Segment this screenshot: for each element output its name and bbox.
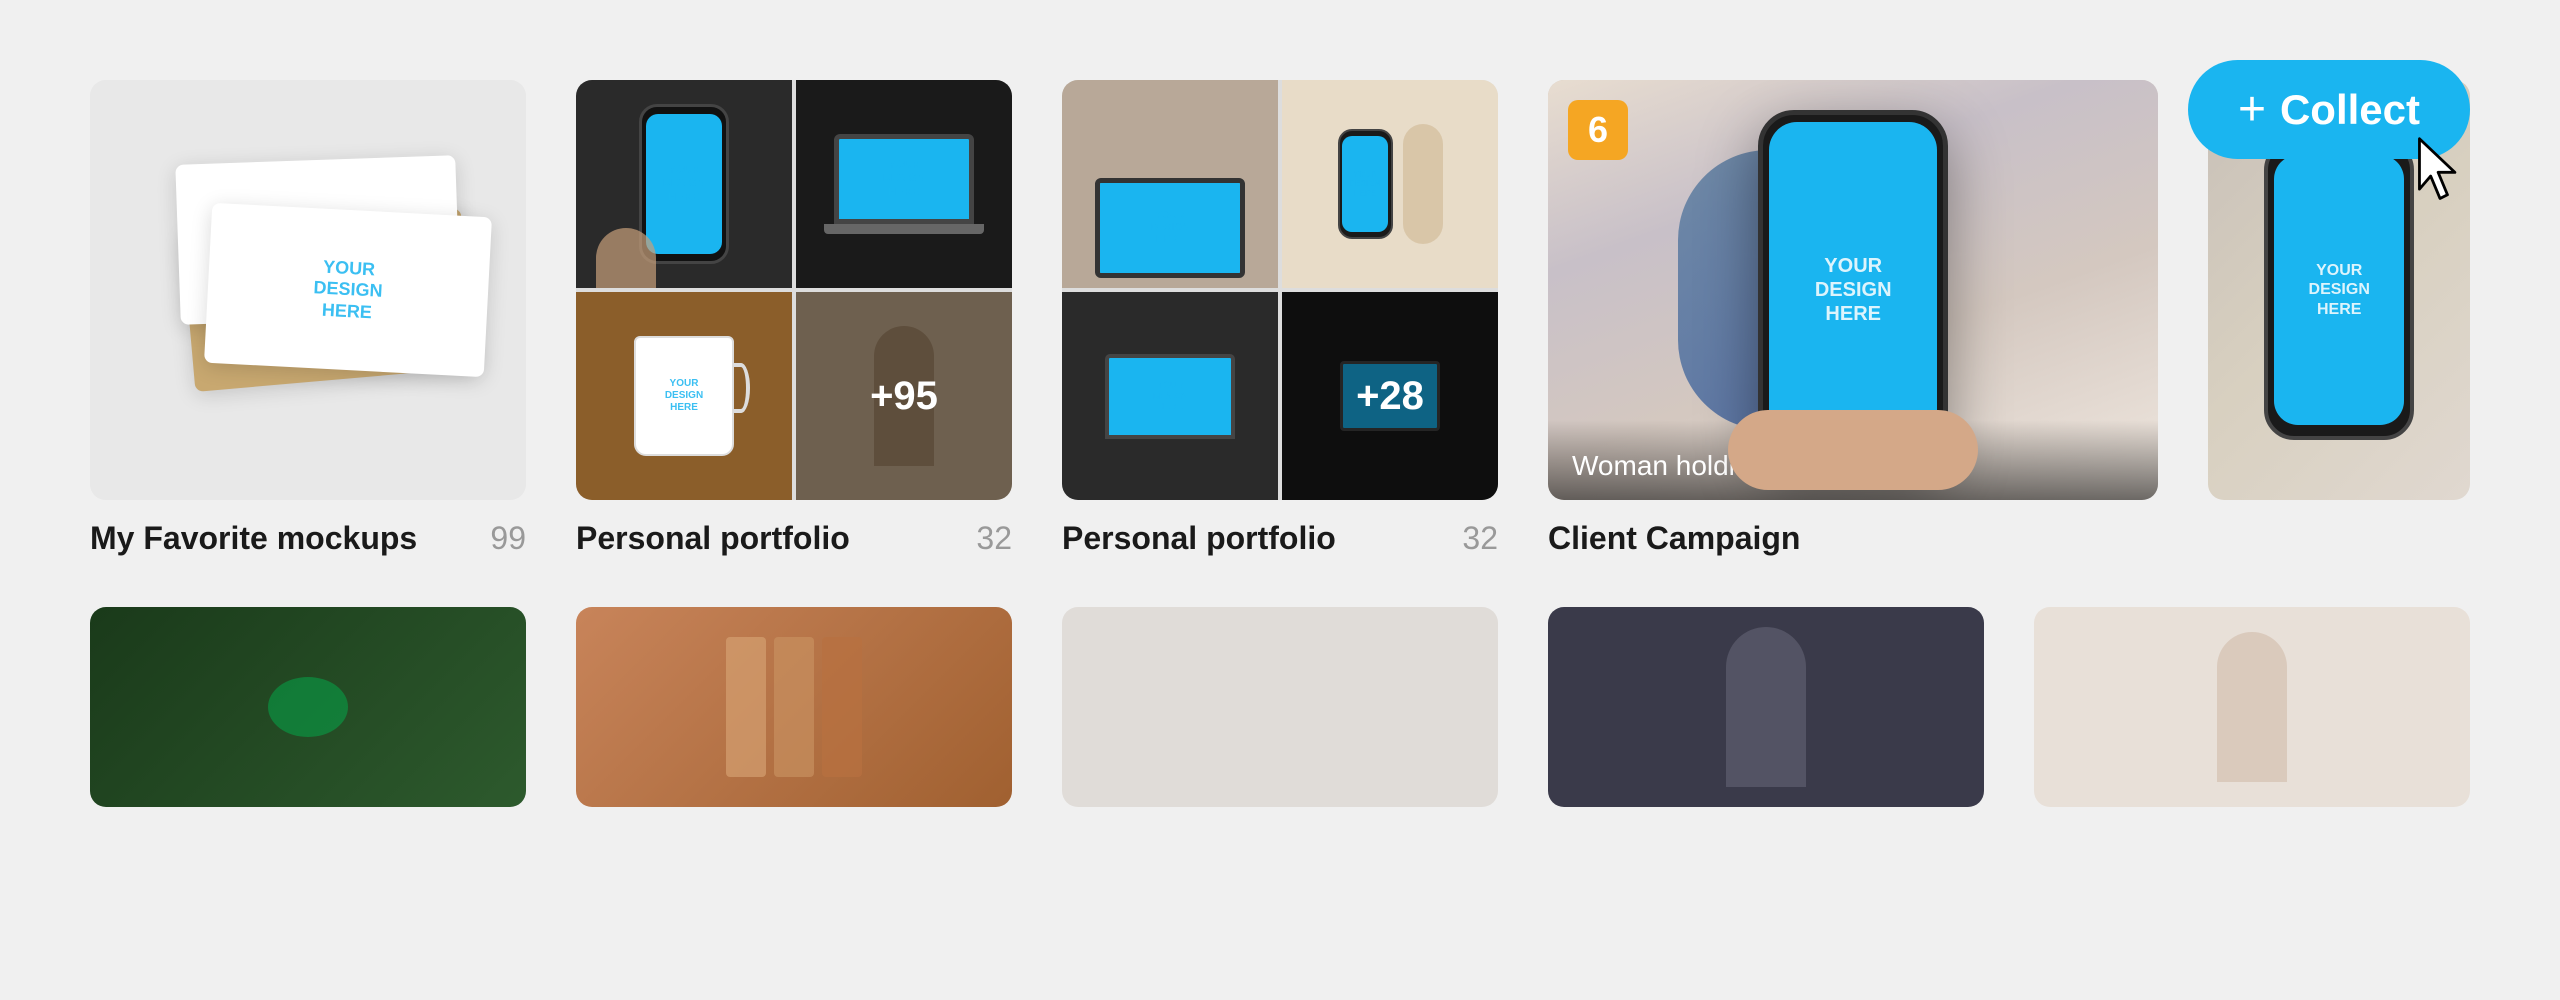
ydh-label-2: YOURDESIGNHERE [312,256,384,324]
bottom-card-4[interactable] [1548,607,1984,807]
mosaic-laptop: YOURDESIGNHERE [796,80,1012,288]
ydh-laptop2: YOURDESIGNHERE [1153,380,1188,412]
collection-footer-2: Personal portfolio 32 [576,520,1012,557]
mosaic-monitor-desk: YOURDESIGNHERE [1062,80,1278,288]
collection-mosaic-1: YOURDESIGNHERE YOURDESIGNHERE [90,80,526,500]
mosaic-laptop2: YOURDESIGNHERE [1062,292,1278,500]
collection-name-1: My Favorite mockups [90,520,417,557]
collection-card-1[interactable]: YOURDESIGNHERE YOURDESIGNHERE My Favorit… [90,80,526,557]
ydh-phone-hand: YOURDESIGNHERE [663,164,705,204]
bottom-card-3[interactable] [1062,607,1498,807]
collection-mosaic-2: YOURDESIGNHERE YOURDESIGNHERE [576,80,1012,500]
collection-count-2: 32 [976,520,1012,557]
collection-footer-1: My Favorite mockups 99 [90,520,526,557]
plus-badge-95: +95 [796,292,1012,500]
plus-badge-28: +28 [1282,292,1498,500]
ydh-phone5: YOURDESIGNHERE [2309,261,2370,319]
mosaic-plus28: YOURDESIGNHERE +28 [1282,292,1498,500]
collection-mosaic-4: 6 YOURDESIGNHERE [1548,80,2158,500]
collection-count-3: 32 [1462,520,1498,557]
ydh-iphone: YOURDESIGNHERE [1815,254,1892,326]
biz-card-front: YOURDESIGNHERE [204,203,492,377]
collect-label: Collect [2280,86,2420,134]
ydh-laptop: YOURDESIGNHERE [883,159,925,199]
collections-row-bottom [90,607,2470,807]
collection-name-4: Client Campaign [1548,520,1800,557]
bottom-card-5[interactable] [2034,607,2470,807]
mosaic-woman: +95 [796,292,1012,500]
collection-card-3[interactable]: YOURDESIGNHERE YOURDESIGNHERE [1062,80,1498,557]
bottom-card-1[interactable] [90,607,526,807]
collection-card-2[interactable]: YOURDESIGNHERE YOURDESIGNHERE [576,80,1012,557]
mosaic-mug: YOURDESIGNHERE [576,292,792,500]
bottom-mosaic-2 [576,607,1012,807]
collect-button[interactable]: + Collect [2188,60,2470,159]
plus-icon: + [2238,82,2266,137]
iphone-hold-image: YOURDESIGNHERE Woman holding blue iPhone… [1548,80,2158,500]
ydh-monitor: YOURDESIGNHERE [1151,210,1189,246]
collection-footer-3: Personal portfolio 32 [1062,520,1498,557]
bottom-mosaic-5 [2034,607,2470,807]
bottom-mosaic-3 [1062,607,1498,807]
num-badge: 6 [1568,100,1628,160]
collections-row: YOURDESIGNHERE YOURDESIGNHERE My Favorit… [90,80,2470,557]
mosaic-phone-bottle: YOURDESIGNHERE [1282,80,1498,288]
bottom-card-2[interactable] [576,607,1012,807]
mosaic-phone-hand: YOURDESIGNHERE [576,80,792,288]
collection-count-1: 99 [490,520,526,557]
page-container: + Collect YOURDESIGNHERE YOURDESIGNHERE [0,0,2560,1000]
ydh-mug: YOURDESIGNHERE [665,378,703,414]
bottom-mosaic-4 [1548,607,1984,807]
collection-card-4[interactable]: 6 YOURDESIGNHERE [1548,80,2158,557]
bottom-mosaic-1 [90,607,526,807]
collection-name-3: Personal portfolio [1062,520,1336,557]
ydh-phone-bottle: YOURDESIGNHERE [1350,170,1381,199]
collection-mosaic-3: YOURDESIGNHERE YOURDESIGNHERE [1062,80,1498,500]
collection-name-2: Personal portfolio [576,520,850,557]
collection-footer-4: Client Campaign [1548,520,2158,557]
